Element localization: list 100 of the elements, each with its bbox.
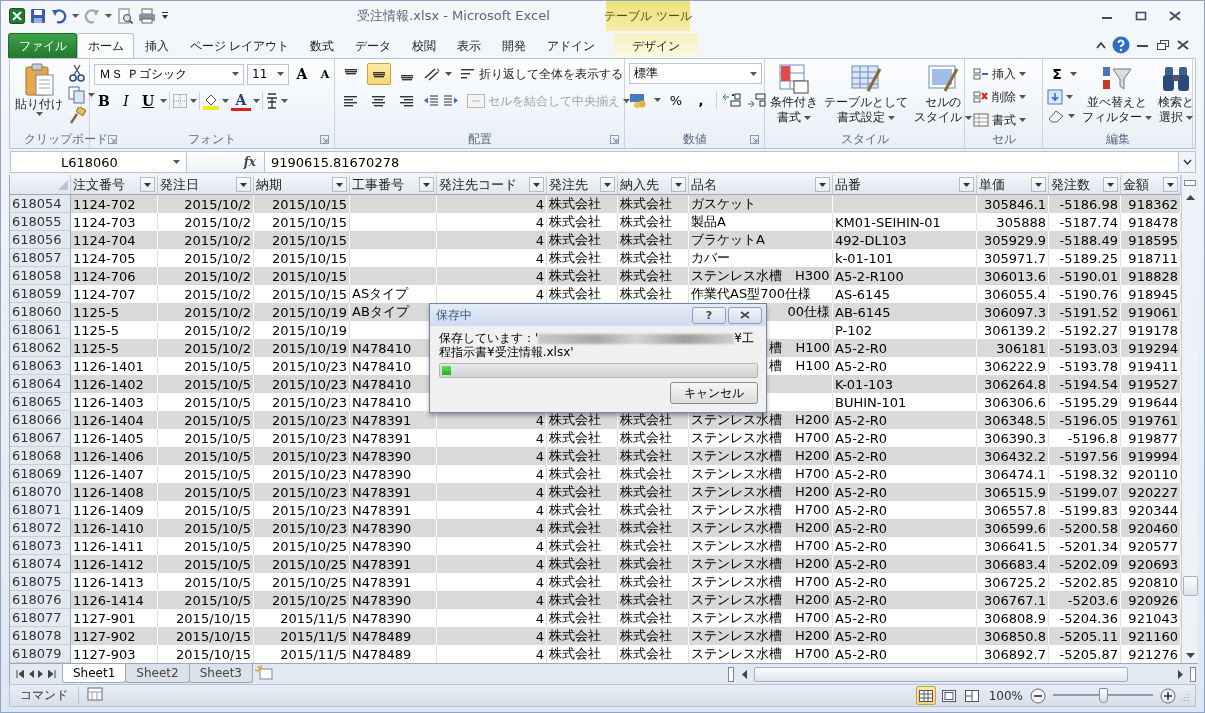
italic-button[interactable]: I [116, 90, 136, 112]
row-header[interactable]: 618055 [10, 213, 71, 231]
filter-button[interactable] [332, 177, 347, 192]
font-name-field[interactable]: ＭＳ Ｐゴシック [94, 63, 244, 85]
orientation-icon[interactable] [423, 66, 441, 82]
decrease-decimal-icon[interactable] [747, 92, 767, 108]
number-format-field[interactable]: 標準 [629, 63, 762, 84]
zoom-out-icon[interactable] [1030, 687, 1046, 704]
grow-font-button[interactable]: A [292, 63, 312, 85]
collapse-ribbon-icon[interactable] [1096, 41, 1106, 49]
underline-button[interactable]: U [138, 90, 158, 112]
decrease-indent-icon[interactable] [423, 94, 439, 108]
customize-toolbar-icon[interactable] [161, 11, 169, 21]
fill-color-icon[interactable] [202, 92, 220, 110]
dialog-launcher-icon[interactable] [320, 135, 329, 144]
ribbon-tab[interactable]: 校閲 [401, 33, 447, 58]
vertical-scrollbar[interactable] [1181, 175, 1198, 663]
row-header[interactable]: 618079 [10, 645, 71, 663]
filter-button[interactable] [671, 177, 686, 192]
filter-button[interactable] [959, 177, 974, 192]
wrap-text-icon[interactable] [460, 67, 476, 81]
row-header[interactable]: 618062 [10, 339, 71, 357]
increase-indent-icon[interactable] [443, 94, 459, 108]
comma-button[interactable]: , [691, 89, 711, 111]
previous-sheet-icon[interactable] [28, 670, 34, 678]
close-button[interactable] [728, 306, 762, 324]
close-workbook-icon[interactable] [1176, 39, 1190, 51]
save-icon[interactable] [30, 8, 46, 24]
style-button[interactable]: 条件付き 書式 [769, 63, 819, 131]
font-color-button[interactable]: A [231, 91, 251, 111]
row-header[interactable]: 618058 [10, 267, 71, 285]
filter-button[interactable] [236, 177, 251, 192]
row-header[interactable]: 618069 [10, 465, 71, 483]
filter-button[interactable] [1103, 177, 1118, 192]
filter-button[interactable] [1031, 177, 1046, 192]
normal-view-button[interactable] [915, 686, 936, 705]
filter-button[interactable] [140, 177, 155, 192]
help-icon[interactable] [1112, 36, 1130, 54]
split-handle-icon[interactable] [1190, 666, 1196, 682]
row-header[interactable]: 618077 [10, 609, 71, 627]
row-header[interactable]: 618076 [10, 591, 71, 609]
dialog-launcher-icon[interactable] [108, 135, 117, 144]
ribbon-tab[interactable]: データ [344, 33, 402, 58]
row-header[interactable]: 618074 [10, 555, 71, 573]
shrink-font-button[interactable]: A [315, 63, 335, 85]
row-header[interactable]: 618060 [10, 303, 71, 321]
row-header[interactable]: 618071 [10, 501, 71, 519]
row-header[interactable]: 618059 [10, 285, 71, 303]
split-handle-icon[interactable] [728, 666, 734, 682]
row-header[interactable]: 618075 [10, 573, 71, 591]
row-header[interactable]: 618064 [10, 375, 71, 393]
paste-button[interactable]: 貼り付け [14, 63, 64, 131]
row-header[interactable]: 618072 [10, 519, 71, 537]
horizontal-scroll-thumb[interactable] [754, 666, 1128, 682]
dialog-launcher-icon[interactable] [750, 135, 759, 144]
phonetic-guide-icon[interactable] [265, 92, 279, 110]
find-select-button[interactable]: 検索と 選択 [1157, 63, 1195, 131]
sort-filter-button[interactable]: 並べ替えと フィルター [1081, 63, 1153, 131]
row-header[interactable]: 618057 [10, 249, 71, 267]
increase-decimal-icon[interactable] [722, 92, 742, 108]
ribbon-tab[interactable]: 挿入 [134, 33, 180, 58]
ribbon-tab[interactable]: 開発 [491, 33, 537, 58]
ribbon-tab[interactable]: アドイン [536, 33, 606, 58]
ribbon-tab[interactable]: ホーム [77, 33, 135, 58]
filter-button[interactable] [815, 177, 830, 192]
ribbon-tab[interactable]: ページ レイアウト [179, 33, 300, 58]
fill-down-icon[interactable] [1047, 89, 1063, 105]
row-header[interactable]: 618078 [10, 627, 71, 645]
format-painter-icon[interactable] [68, 107, 86, 125]
font-size-field[interactable]: 11 [247, 63, 289, 85]
row-header[interactable]: 618065 [10, 393, 71, 411]
ribbon-tab[interactable]: 数式 [299, 33, 345, 58]
autosum-button[interactable]: Σ [1047, 63, 1067, 85]
zoom-in-icon[interactable] [1160, 687, 1176, 704]
bold-button[interactable]: B [94, 90, 114, 112]
help-button[interactable]: ? [692, 306, 726, 324]
scissors-icon[interactable] [68, 63, 86, 83]
ribbon-tab[interactable]: ファイル [8, 33, 77, 58]
row-header[interactable]: 618056 [10, 231, 71, 249]
last-sheet-icon[interactable] [48, 670, 56, 678]
ribbon-tab[interactable]: デザイン [614, 33, 698, 58]
row-header[interactable]: 618063 [10, 357, 71, 375]
row-header[interactable]: 618068 [10, 447, 71, 465]
ribbon-tab[interactable]: 表示 [446, 33, 492, 58]
row-header[interactable]: 618066 [10, 411, 71, 429]
row-header[interactable]: 618061 [10, 321, 71, 339]
sheet-tab[interactable]: Sheet3 [188, 664, 253, 683]
first-sheet-icon[interactable] [16, 670, 24, 678]
printer-icon[interactable] [138, 8, 156, 24]
dialog-launcher-icon[interactable] [610, 135, 619, 144]
sheet-tab[interactable]: Sheet2 [125, 664, 190, 683]
wrap-text-button[interactable]: 折り返して全体を表示する [456, 63, 627, 85]
filter-button[interactable] [1163, 177, 1178, 192]
sheet-tab[interactable]: Sheet1 [62, 664, 127, 683]
scroll-thumb[interactable] [1182, 576, 1198, 596]
style-button[interactable]: テーブルとして 書式設定 [823, 63, 909, 131]
cancel-button[interactable]: キャンセル [670, 382, 758, 404]
filter-button[interactable] [600, 177, 615, 192]
filter-button[interactable] [419, 177, 434, 192]
undo-icon[interactable] [51, 8, 67, 24]
